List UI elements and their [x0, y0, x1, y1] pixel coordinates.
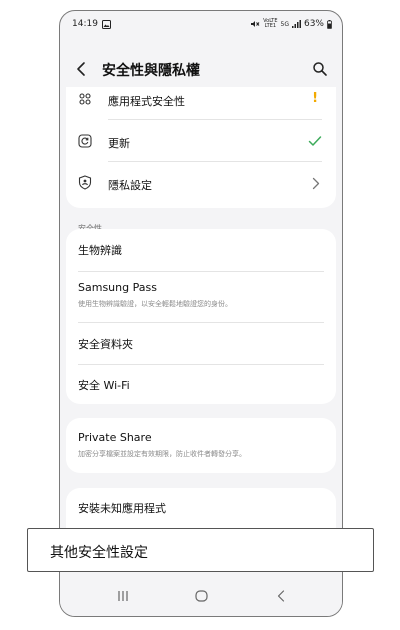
divider [108, 161, 322, 162]
tooltip-other-security-settings: 其他安全性設定 [27, 528, 374, 572]
list-item-update[interactable]: 更新 [66, 125, 336, 159]
status-time: 14:19 [72, 19, 98, 29]
biometrics-label: 生物辨識 [78, 244, 122, 257]
network-gen-label: 5G [280, 20, 289, 28]
signal-icon [291, 20, 301, 28]
status-right-group: VoLTE LTE1 5G 63% [250, 19, 332, 29]
status-bar: 14:19 VoLTE LTE1 5G 63% [60, 11, 342, 39]
private-share-label: Private Share [78, 431, 152, 444]
list-item-secure-folder[interactable]: 安全資料夾 [66, 323, 336, 364]
check-icon [308, 136, 322, 146]
battery-icon [327, 19, 332, 29]
private-share-description: 加密分享檔案並設定有效期限，防止收件者轉發分享。 [78, 450, 246, 458]
security-card: 生物辨識 Samsung Pass 使用生物辨識驗證，以安全輕鬆地驗證您的身份。… [66, 229, 336, 404]
update-icon [78, 134, 92, 148]
tooltip-text: 其他安全性設定 [50, 545, 148, 561]
search-icon[interactable] [312, 61, 328, 77]
samsung-pass-description: 使用生物辨識驗證，以安全輕鬆地驗證您的身份。 [78, 300, 232, 308]
secure-wifi-label: 安全 Wi-Fi [78, 379, 130, 392]
home-icon[interactable] [195, 590, 208, 602]
install-unknown-label: 安裝未知應用程式 [78, 502, 166, 515]
back-icon[interactable] [276, 590, 286, 602]
divider [108, 119, 322, 120]
warning-icon: ! [312, 91, 318, 106]
list-item-biometrics[interactable]: 生物辨識 [66, 229, 336, 271]
page-title: 安全性與隱私權 [102, 63, 200, 79]
phone-frame: 14:19 VoLTE LTE1 5G 63% 安全性與隱私權 應用程式安全性 … [59, 10, 343, 617]
app-bar: 安全性與隱私權 [60, 55, 342, 85]
security-status-card: 應用程式安全性 ! 更新 隱私設定 [66, 87, 336, 208]
mute-icon [251, 21, 260, 27]
update-label: 更新 [108, 137, 130, 150]
battery-percent: 63% [303, 19, 324, 29]
navigation-bar [60, 576, 342, 616]
privacy-label: 隱私設定 [108, 179, 152, 192]
volte-indicator: VoLTE LTE1 [263, 19, 277, 29]
apps-grid-icon [79, 93, 91, 105]
lte-label: LTE1 [264, 23, 277, 29]
app-security-label: 應用程式安全性 [108, 95, 185, 108]
privacy-icon [78, 175, 92, 190]
status-time-group: 14:19 [72, 19, 111, 29]
list-item-samsung-pass[interactable]: Samsung Pass 使用生物辨識驗證，以安全輕鬆地驗證您的身份。 [66, 272, 336, 322]
list-item-app-security[interactable]: 應用程式安全性 ! [66, 87, 336, 113]
gallery-notification-icon [101, 19, 111, 29]
samsung-pass-label: Samsung Pass [78, 281, 157, 294]
private-share-card[interactable]: Private Share 加密分享檔案並設定有效期限，防止收件者轉發分享。 [66, 418, 336, 473]
secure-folder-label: 安全資料夾 [78, 338, 133, 351]
chevron-right-icon [312, 177, 320, 190]
list-item-secure-wifi[interactable]: 安全 Wi-Fi [66, 365, 336, 404]
back-arrow-icon[interactable] [74, 60, 90, 78]
recent-apps-icon[interactable] [117, 590, 129, 602]
list-item-privacy[interactable]: 隱私設定 [66, 167, 336, 201]
